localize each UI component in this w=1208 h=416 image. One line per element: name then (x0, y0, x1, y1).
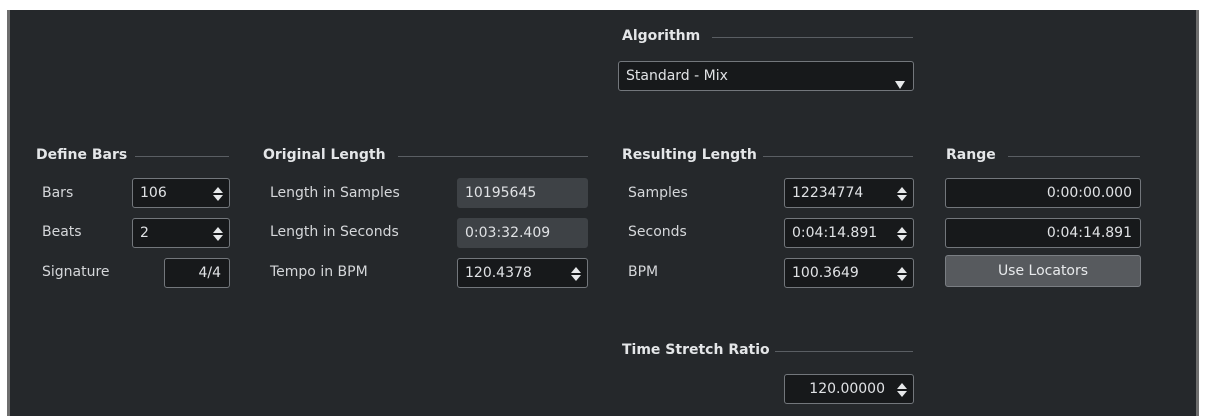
dropdown-triangle-icon (895, 72, 905, 100)
algorithm-select[interactable]: Standard - Mix (618, 61, 914, 91)
time-stretch-ratio-divider (775, 351, 913, 352)
resulting-length-heading: Resulting Length (622, 147, 757, 163)
algorithm-selected-value: Standard - Mix (626, 68, 728, 84)
tempo-in-bpm-stepper[interactable]: 120.4378 (457, 258, 588, 288)
tempo-in-bpm-value: 120.4378 (465, 265, 532, 281)
signature-value: 4/4 (198, 265, 221, 281)
length-in-seconds-value: 0:03:32.409 (465, 225, 551, 241)
algorithm-heading: Algorithm (622, 28, 701, 44)
original-length-divider (398, 156, 588, 157)
time-stretch-panel (10, 10, 1196, 416)
bpm-value: 100.3649 (792, 265, 859, 281)
range-divider (1008, 156, 1140, 157)
time-stretch-ratio-value: 120.00000 (809, 381, 885, 397)
right-border (1196, 10, 1199, 416)
length-in-samples-label: Length in Samples (270, 185, 400, 201)
algorithm-divider (712, 37, 913, 38)
time-stretch-ratio-stepper[interactable]: 120.00000 (784, 374, 914, 404)
define-bars-divider (135, 156, 229, 157)
spin-arrows-icon[interactable] (897, 382, 907, 398)
define-bars-heading: Define Bars (36, 147, 128, 163)
bpm-label: BPM (628, 264, 659, 280)
beats-stepper[interactable]: 2 (132, 218, 230, 248)
time-stretch-ratio-heading: Time Stretch Ratio (622, 342, 770, 358)
range-end-value: 0:04:14.891 (1046, 225, 1132, 241)
seconds-value: 0:04:14.891 (792, 225, 878, 241)
bars-label: Bars (42, 185, 74, 201)
samples-label: Samples (628, 185, 688, 201)
samples-stepper[interactable]: 12234774 (784, 178, 914, 208)
samples-value: 12234774 (792, 185, 864, 201)
bars-value: 106 (140, 185, 167, 201)
length-in-samples-field: 10195645 (457, 178, 588, 208)
signature-field[interactable]: 4/4 (164, 258, 230, 288)
spin-arrows-icon[interactable] (897, 186, 907, 202)
range-start-value: 0:00:00.000 (1046, 185, 1132, 201)
spin-arrows-icon[interactable] (897, 226, 907, 242)
bpm-stepper[interactable]: 100.3649 (784, 258, 914, 288)
spin-arrows-icon[interactable] (213, 226, 223, 242)
bars-stepper[interactable]: 106 (132, 178, 230, 208)
spin-arrows-icon[interactable] (213, 186, 223, 202)
use-locators-button[interactable]: Use Locators (945, 255, 1141, 287)
spin-arrows-icon[interactable] (571, 266, 581, 282)
tempo-in-bpm-label: Tempo in BPM (270, 264, 368, 280)
resulting-length-divider (763, 156, 913, 157)
beats-value: 2 (140, 225, 149, 241)
beats-label: Beats (42, 224, 82, 240)
range-start-field[interactable]: 0:00:00.000 (945, 178, 1141, 208)
original-length-heading: Original Length (263, 147, 386, 163)
length-in-samples-value: 10195645 (465, 185, 537, 201)
spin-arrows-icon[interactable] (897, 266, 907, 282)
seconds-stepper[interactable]: 0:04:14.891 (784, 218, 914, 248)
seconds-label: Seconds (628, 224, 687, 240)
range-end-field[interactable]: 0:04:14.891 (945, 218, 1141, 248)
signature-label: Signature (42, 264, 110, 280)
range-heading: Range (946, 147, 996, 163)
length-in-seconds-label: Length in Seconds (270, 224, 399, 240)
length-in-seconds-field: 0:03:32.409 (457, 218, 588, 248)
